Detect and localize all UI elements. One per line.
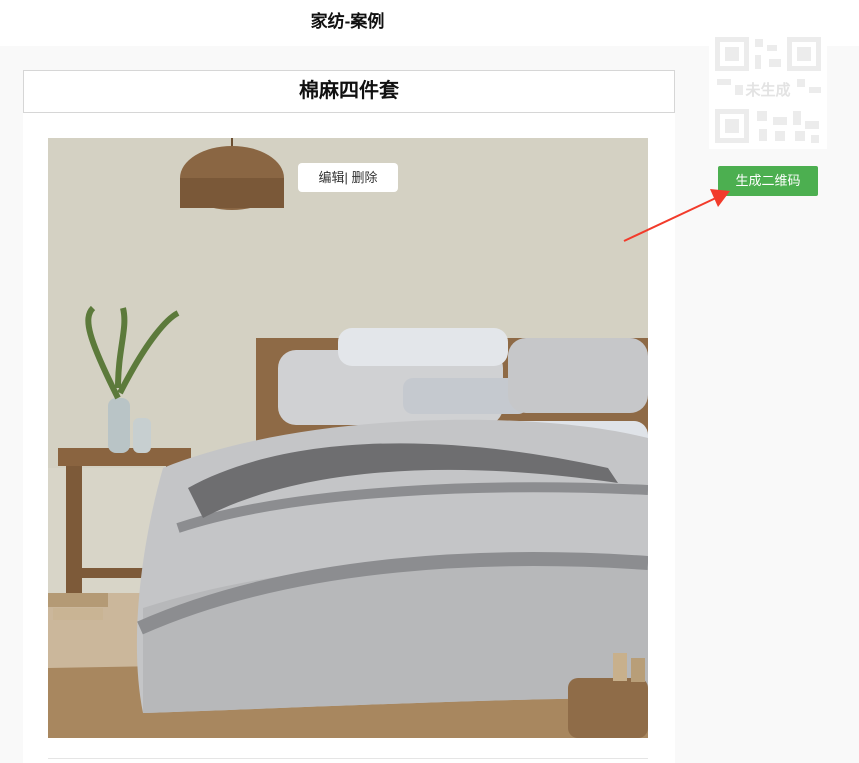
card-title: 棉麻四件套 [23,70,675,113]
edit-link[interactable]: 编辑 [318,170,344,185]
action-separator: | [344,170,348,185]
product-photo [48,138,648,738]
delete-link[interactable]: 删除 [352,170,378,185]
annotation-arrow-icon [623,189,730,242]
qrcode-placeholder: 未生成 [709,31,827,149]
card-actions: 编辑| 删除 [298,163,398,192]
qrcode-status: 未生成 [745,82,791,99]
page-title: 家纺-案例 [310,12,385,31]
divider [48,758,648,759]
